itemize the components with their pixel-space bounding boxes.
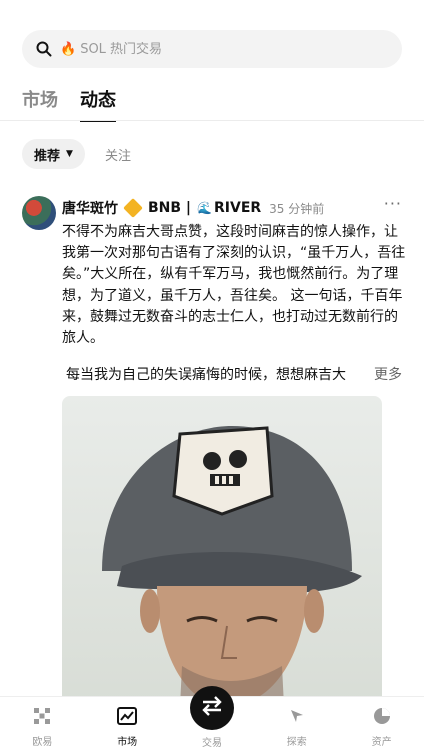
wave-icon: 🌊 <box>197 201 212 215</box>
recommend-label: 推荐 <box>34 148 61 164</box>
nav-market[interactable]: 市场 <box>97 707 157 748</box>
post-snippet: 每当我为自己的失误痛悔的时候，想想麻吉大 更多 <box>66 364 406 384</box>
recommend-dropdown[interactable]: 推荐 ▼ <box>22 139 85 169</box>
search-input[interactable] <box>80 41 341 57</box>
nav-label: 市场 <box>117 737 138 748</box>
search-bar[interactable]: 🔥 <box>22 30 402 68</box>
snippet-text: 每当我为自己的失误痛悔的时候，想想麻吉大 <box>66 367 346 383</box>
okx-logo-icon <box>33 707 51 729</box>
author-name[interactable]: 唐华斑竹 <box>62 198 118 218</box>
man-in-cap-illustration <box>102 426 362 706</box>
post-header: 唐华斑竹 BNB | 🌊 RIVER 35 分钟前 ··· <box>62 194 402 218</box>
nav-label: 资产 <box>371 737 392 748</box>
chart-icon <box>117 707 138 729</box>
compass-icon <box>288 707 306 729</box>
follow-tab[interactable]: 关注 <box>105 145 131 164</box>
avatar[interactable] <box>22 196 56 230</box>
caret-down-icon: ▼ <box>66 149 73 159</box>
trade-label: 交易 <box>202 738 222 749</box>
search-icon <box>36 41 52 57</box>
bnb-diamond-icon <box>123 198 143 218</box>
more-options-icon[interactable]: ··· <box>384 194 402 213</box>
fire-icon: 🔥 <box>60 41 77 57</box>
nav-label: 欧易 <box>32 737 53 748</box>
nav-assets[interactable]: 资产 <box>352 707 412 748</box>
pie-chart-icon <box>373 707 391 729</box>
river-tag: RIVER <box>214 200 262 216</box>
nav-label: 探索 <box>286 737 307 748</box>
swap-arrows-icon <box>201 696 223 720</box>
read-more-link[interactable]: 更多 <box>358 364 402 384</box>
bnb-tag: BNB | <box>148 200 192 216</box>
post-time: 35 分钟前 <box>269 201 325 216</box>
tab-market[interactable]: 市场 <box>22 86 58 122</box>
nav-okx[interactable]: 欧易 <box>12 707 72 748</box>
trade-button[interactable] <box>190 686 234 730</box>
post-photo[interactable] <box>62 396 382 706</box>
post-text: 不得不为麻吉大哥点赞，这段时间麻吉的惊人操作，让我第一次对那句古语有了深刻的认识… <box>62 224 406 347</box>
divider <box>0 120 424 121</box>
feed-filter: 推荐 ▼ 关注 <box>22 139 131 169</box>
top-tabs: 市场 动态 <box>22 86 116 122</box>
nav-explore[interactable]: 探索 <box>267 707 327 748</box>
tab-feed[interactable]: 动态 <box>80 86 116 122</box>
